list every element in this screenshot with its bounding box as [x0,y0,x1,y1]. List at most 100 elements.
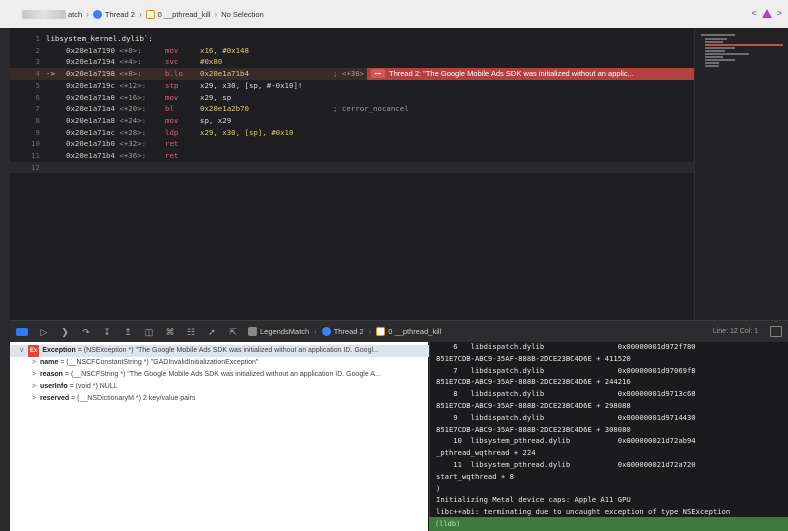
continue-icon[interactable]: ❯ [60,327,70,337]
instruction-offset: <+36>: [119,151,147,160]
code-line[interactable]: 2 0x20e1a7190 <+0>: mov x16, #0x148 [10,45,694,57]
instruction-operands: sp, x29 [200,115,232,125]
line-number: 4 [35,69,40,79]
console-line: 7 libdispatch.dylib 0x00000001d97069f8 [436,365,696,375]
address-value: 0x20e1a71a4 [66,104,115,114]
variable-row[interactable]: > name = (__NSCFConstantString *) "GADInv… [10,357,258,369]
instruction-offset: <+12>: [119,80,147,90]
code-line[interactable]: 11 0x20e1a71b4 <+36>: ret [10,150,694,162]
disassembly-editor[interactable]: 1 libsystem_kernel.dylib`: 2 0x20e1a7190 <+… [10,28,694,320]
console-line: 851E7CDB-ABC9-35AF-888B-2DCE23BC4D6E + 2… [436,401,631,410]
disclosure-closed-icon[interactable]: > [32,357,40,369]
instruction-address: 0x20e1a71ac <+28>: [66,127,146,139]
disclosure-open-icon[interactable]: v [20,345,28,357]
instruction-offset: <+28>: [119,127,147,137]
breadcrumb: atch › Thread 2 › 0 __pthread_kill › No … [0,9,264,19]
toggle-debug-area-button[interactable] [16,327,28,336]
xcode-debugger-window: atch › Thread 2 › 0 __pthread_kill › No … [0,0,788,531]
code-line[interactable]: 4 -> 0x20e1a7198 <+8>: b.lo 0x20e1a71b4 ; <+3… [10,68,694,80]
code-line[interactable]: 3 0x20e1a7194 <+4>: svc #0x80 [10,56,694,68]
line-number: 8 [35,115,40,125]
chevron-right-icon: › [138,9,142,19]
memory-graph-icon[interactable]: ⌘ [165,327,175,337]
variable-value: = (__NSDictionaryM *) 2 key/value pairs [69,395,196,402]
variable-value: = (NSException *) "The Google Mobile Ads… [75,347,379,354]
instruction-address: 0x20e1a7194 <+4>: [66,56,142,68]
step-over-icon[interactable]: ↷ [81,327,91,337]
code-line[interactable]: 12 [10,161,694,174]
simulate-location-icon[interactable]: ➚ [207,327,217,337]
code-line[interactable]: 6 0x20e1a71a0 <+16>: mov x29, sp [10,92,694,104]
code-line[interactable]: 8 0x20e1a71a8 <+24>: mov sp, x29 [10,115,694,127]
step-into-icon[interactable]: ↧ [102,327,112,337]
instruction-operands: x29, x30, [sp, #-0x10]! [200,80,303,90]
instruction-mnemonic: bl [165,104,174,114]
variable-row[interactable]: > reason = (__NSCFString *) "The Google M… [10,369,381,381]
symbol-label: libsystem_kernel.dylib`: [46,34,153,43]
line-number: 9 [35,127,40,137]
minimap-line [705,47,735,49]
variable-row[interactable]: v Ex Exception = (NSException *) "The Goog… [10,345,438,357]
code-line[interactable]: 10 0x20e1a71b0 <+32>: ret [10,138,694,150]
variable-name: reason [40,371,63,378]
address-value: 0x20e1a7190 [66,45,115,55]
disclosure-closed-icon[interactable]: > [32,393,40,405]
next-issue-button[interactable]: > [777,8,782,18]
instruction-operands: x29, x30, [sp], #0x10 [200,127,294,137]
console-line: ) [436,483,441,493]
minimap[interactable] [694,28,788,320]
code-line[interactable]: 5 0x20e1a719c <+12>: stp x29, x30, [sp, #-0… [10,80,694,92]
debug-crumb-thread[interactable]: Thread 2 [334,327,364,336]
instruction-address: 0x20e1a7190 <+0>: [66,45,142,57]
chevron-right-icon: › [314,327,317,336]
app-icon [248,327,257,336]
instruction-offset: <+32>: [119,139,147,149]
instruction-operands: #0x80 [200,57,223,67]
lldb-prompt[interactable]: (lldb) [429,517,788,531]
debug-crumb-app[interactable]: LegendsMatch [260,327,309,336]
split-console-icon[interactable] [770,326,782,337]
variable-row[interactable]: > userInfo = (void *) NULL [10,381,118,393]
console-line: 851E7CDB-ABC9-35AF-888B-2DCE23BC4D6E + 2… [436,377,631,387]
console-line: 851E7CDB-ABC9-35AF-888B-2DCE23BC4D6E + 3… [436,424,631,434]
breadcrumb-item-frame[interactable]: 0 __pthread_kill [158,10,211,19]
code-line[interactable]: 9 0x20e1a71ac <+28>: ldp x29, x30, [sp], #0… [10,127,694,139]
instruction-address: 0x20e1a7198 <+8>: [66,68,142,80]
code-line[interactable]: 7 0x20e1a71a4 <+20>: bl 0x20e1a2b70 ; cerror… [10,103,694,115]
instruction-operands: x16, #0x148 [200,45,249,55]
error-icon [371,69,385,79]
warning-icon[interactable] [761,8,772,18]
debug-crumb-frame[interactable]: 0 __pthread_kill [388,327,441,336]
variables-view[interactable]: v Ex Exception = (NSException *) "The Goog… [10,342,438,531]
disclosure-closed-icon[interactable]: > [32,369,40,381]
environment-overrides-icon[interactable]: ☷ [186,327,196,337]
line-number: 7 [35,104,40,114]
console-line: libc++abi: terminating due to uncaught e… [436,507,731,517]
exception-badge[interactable]: Thread 2: "The Google Mobile Ads SDK was… [367,68,694,80]
variable-value: = (void *) NULL [67,383,118,390]
frames-icon[interactable]: ⇱ [228,327,238,337]
variable-name: userInfo [40,383,68,390]
instruction-offset: <+20>: [119,104,147,114]
line-number: 12 [31,162,40,172]
line-number: 1 [35,34,40,43]
jump-bar: atch › Thread 2 › 0 __pthread_kill › No … [0,0,788,29]
minimap-line [705,41,723,43]
variable-row[interactable]: > reserved = (__NSDictionaryM *) 2 key/va… [10,393,195,405]
disclosure-closed-icon[interactable]: > [32,381,40,393]
instruction-mnemonic: svc [165,57,179,67]
view-hierarchy-icon[interactable]: ◫ [144,327,154,337]
code-line[interactable]: 1 libsystem_kernel.dylib`: [10,33,694,45]
step-out-icon[interactable]: ↥ [123,327,133,337]
breadcrumb-item-thread[interactable]: Thread 2 [105,10,135,19]
program-counter-arrow: -> [46,69,55,79]
instruction-mnemonic: mov [165,45,179,55]
stack-frame-icon [145,9,155,19]
breakpoints-toggle-icon[interactable]: ▷ [39,327,49,337]
previous-issue-button[interactable]: < [751,8,756,18]
breadcrumb-item-selection[interactable]: No Selection [221,10,264,19]
breadcrumb-item-target[interactable]: atch [68,10,82,19]
debug-console[interactable]: 6 libdispatch.dylib 0x00000001d972f780 85… [429,342,788,517]
stack-frame-icon [376,327,386,336]
line-number: 5 [35,80,40,90]
